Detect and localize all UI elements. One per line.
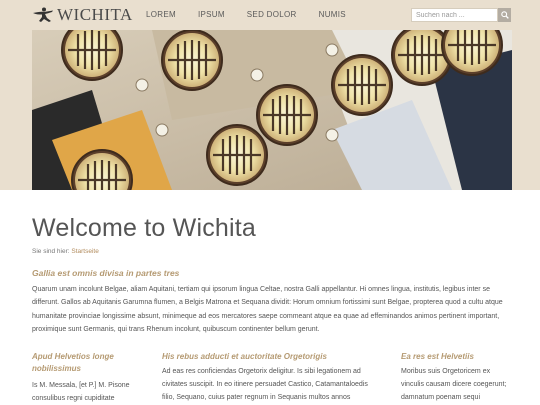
breadcrumb-label: Sie sind hier: [32, 248, 70, 255]
column-text: Moribus suis Orgetoricem ex vinculis cau… [401, 368, 507, 401]
intro-heading: Gallia est omnis divisa in partes tres [32, 268, 180, 278]
search-button[interactable] [498, 8, 511, 22]
site-header: WICHITA LOREM IPSUM SED DOLOR NUMIS [0, 0, 540, 30]
breadcrumb: Sie sind hier: Startseite [32, 248, 99, 255]
column-heading: Ea res est Helvetiis [401, 352, 474, 361]
nav-item-ipsum[interactable]: IPSUM [198, 10, 225, 19]
column-heading: His rebus adducti et auctoritate Orgetor… [162, 352, 327, 361]
hero-architecture-image [32, 30, 512, 190]
running-figure-icon [33, 7, 53, 22]
content-column-1: Apud Helvetios longe nobilissimus Is M. … [32, 351, 132, 405]
nav-item-numis[interactable]: NUMIS [319, 10, 346, 19]
nav-item-lorem[interactable]: LOREM [146, 10, 176, 19]
page-title: Welcome to Wichita [32, 214, 257, 242]
breadcrumb-link-home[interactable]: Startseite [71, 248, 98, 255]
column-heading: Apud Helvetios longe nobilissimus [32, 352, 114, 373]
nav-item-sed-dolor[interactable]: SED DOLOR [247, 10, 297, 19]
search-input[interactable] [411, 8, 498, 22]
hero-image [32, 30, 512, 190]
logo-text: WICHITA [57, 5, 133, 24]
search-icon [500, 11, 509, 19]
site-logo[interactable]: WICHITA [32, 6, 133, 24]
column-text: Is M. Messala, [et P.] M. Pisone consuli… [32, 382, 130, 402]
content-column-3: Ea res est Helvetiis Moribus suis Orgeto… [401, 351, 511, 404]
main-nav: LOREM IPSUM SED DOLOR NUMIS [146, 10, 368, 19]
intro-text: Quarum unam incolunt Belgae, aliam Aquit… [32, 286, 503, 333]
search-box [411, 8, 511, 22]
column-text: Ad eas res conficiendas Orgetorix deligi… [162, 368, 368, 401]
content-column-2: His rebus adducti et auctoritate Orgetor… [162, 351, 382, 405]
